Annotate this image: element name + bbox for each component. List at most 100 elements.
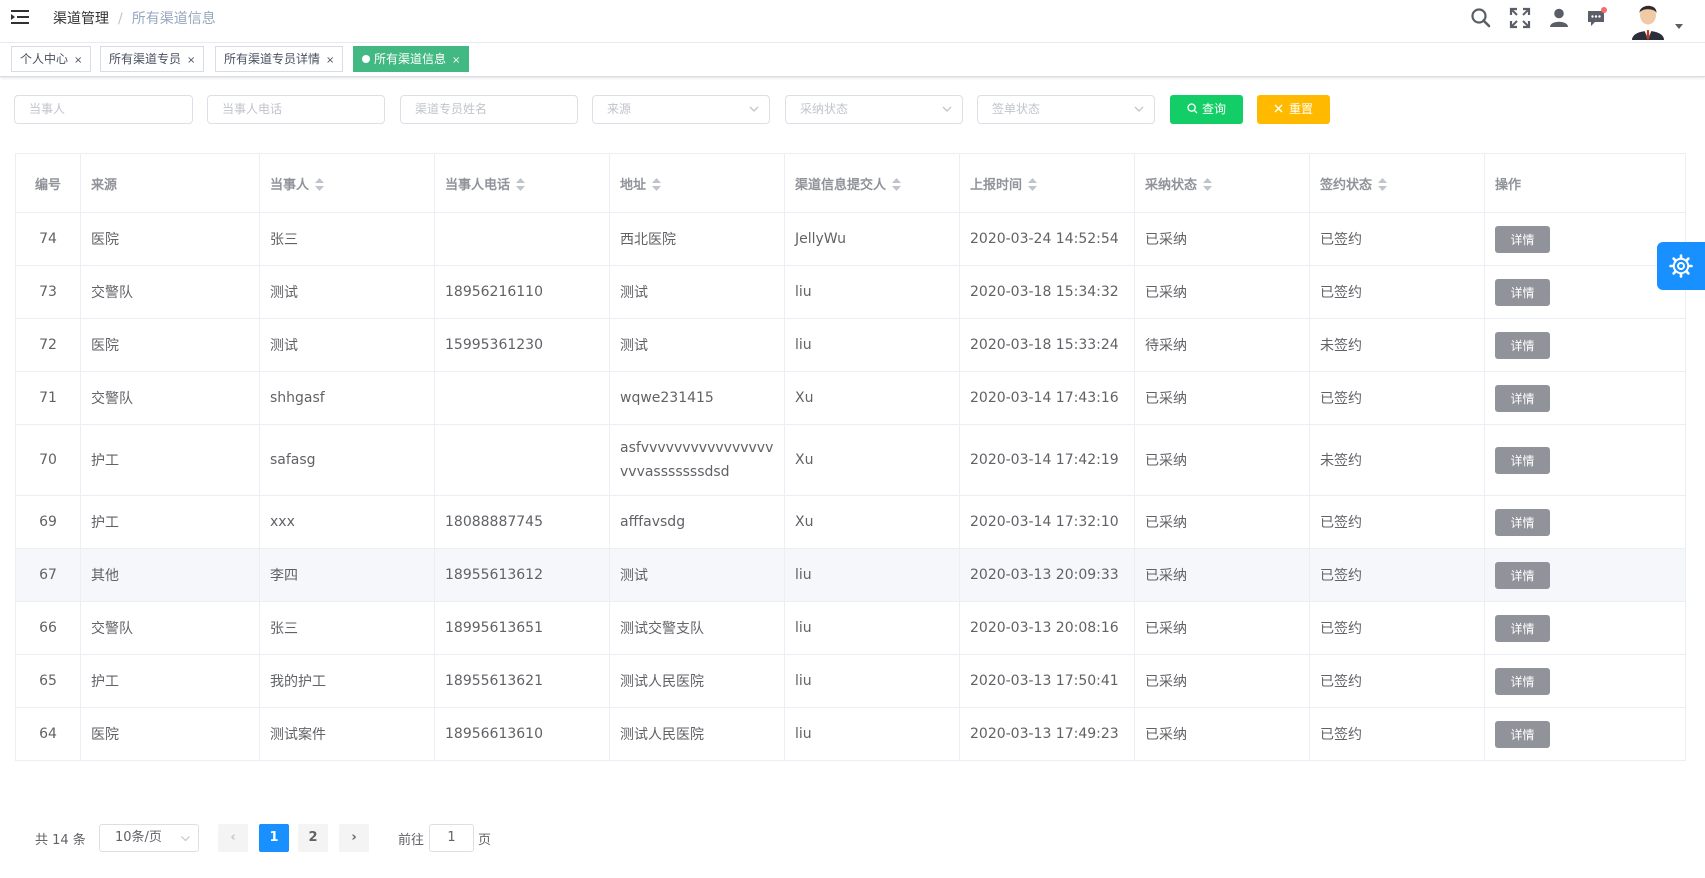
cell-time: 2020-03-14 17:43:16 [959,371,1135,425]
detail-button[interactable]: 详情 [1495,225,1550,253]
cell-sign: 已签约 [1309,707,1485,761]
column-header-adopt-status[interactable]: 采纳状态 [1134,153,1310,213]
active-dot-icon [362,55,370,63]
tag-label: 所有渠道信息 [374,52,447,66]
cell-source: 护工 [80,424,260,496]
settings-button[interactable] [1657,242,1705,290]
column-header-address[interactable]: 地址 [609,153,785,213]
cell-sign: 未签约 [1309,424,1485,496]
cell-sign: 已签约 [1309,212,1485,266]
search-button[interactable]: 查询 [1170,95,1243,124]
table-row: 72 医院 测试 15995361230 测试 liu 2020-03-18 1… [15,318,1686,372]
detail-button[interactable]: 详情 [1495,278,1550,306]
goto-page-input[interactable]: 1 [429,824,474,852]
detail-button[interactable]: 详情 [1495,384,1550,412]
fullscreen-icon[interactable] [1509,7,1531,29]
column-header-id: 编号 [15,153,81,213]
prev-page-button[interactable]: ‹ [218,824,248,852]
cell-submitter: liu [784,265,960,319]
table-header-row: 编号 来源 当事人 当事人电话 地址 渠道信息提交人 上报时间 采纳状态 签约状… [15,153,1686,213]
message-icon[interactable] [1586,7,1608,29]
column-header-submitter[interactable]: 渠道信息提交人 [784,153,960,213]
avatar[interactable] [1628,0,1668,40]
cell-party: 测试 [259,265,435,319]
cell-party: 测试案件 [259,707,435,761]
sign-status-placeholder: 签单状态 [992,102,1041,116]
breadcrumb-item-channel-management[interactable]: 渠道管理 [53,11,109,27]
column-header-report-time[interactable]: 上报时间 [959,153,1135,213]
sign-status-select[interactable]: 签单状态 [977,95,1155,124]
detail-button[interactable]: 详情 [1495,331,1550,359]
table-row: 69 护工 xxx 18088887745 afffavsdg Xu 2020-… [15,495,1686,549]
detail-button[interactable]: 详情 [1495,667,1550,695]
reset-button[interactable]: 重置 [1257,95,1330,124]
cell-party: 我的护工 [259,654,435,708]
cell-address: afffavsdg [609,495,785,549]
cell-phone [434,371,610,425]
tag-personal-center[interactable]: 个人中心 × [11,46,92,72]
page-1-button[interactable]: 1 [259,824,289,852]
chevron-down-icon [181,836,190,841]
tag-all-channel-agents[interactable]: 所有渠道专员 × [100,46,205,72]
detail-button[interactable]: 详情 [1495,720,1550,748]
cell-phone: 18956216110 [434,265,610,319]
cell-id: 70 [15,424,81,496]
next-page-button[interactable]: › [339,824,369,852]
sort-icon[interactable] [1203,177,1213,191]
column-header-source: 来源 [80,153,260,213]
column-header-sign-status[interactable]: 签约状态 [1309,153,1485,213]
cell-party: safasg [259,424,435,496]
cell-address: wqwe231415 [609,371,785,425]
channel-info-table: 编号 来源 当事人 当事人电话 地址 渠道信息提交人 上报时间 采纳状态 签约状… [15,153,1686,761]
table-row: 73 交警队 测试 18956216110 测试 liu 2020-03-18 … [15,265,1686,319]
agent-name-input[interactable]: 渠道专员姓名 [400,95,578,124]
close-icon[interactable]: × [452,55,460,66]
column-header-party[interactable]: 当事人 [259,153,435,213]
sort-icon[interactable] [652,177,662,191]
table-row: 65 护工 我的护工 18955613621 测试人民医院 liu 2020-0… [15,654,1686,708]
detail-button[interactable]: 详情 [1495,561,1550,589]
sort-icon[interactable] [1028,177,1038,191]
close-icon[interactable]: × [74,55,82,66]
user-icon[interactable] [1548,7,1570,29]
cell-id: 73 [15,265,81,319]
cell-address: 测试 [609,318,785,372]
cell-address: 测试人民医院 [609,654,785,708]
source-select[interactable]: 来源 [592,95,770,124]
page-2-button[interactable]: 2 [298,824,328,852]
cell-id: 71 [15,371,81,425]
column-header-actions: 操作 [1484,153,1686,213]
cell-adopt: 已采纳 [1134,601,1310,655]
page-size-select[interactable]: 10条/页 [99,824,199,852]
cell-adopt: 已采纳 [1134,654,1310,708]
cell-time: 2020-03-13 20:08:16 [959,601,1135,655]
cell-id: 67 [15,548,81,602]
tag-all-channel-info[interactable]: 所有渠道信息 × [353,46,470,72]
party-input[interactable]: 当事人 [14,95,193,124]
search-icon[interactable] [1470,7,1492,29]
detail-button[interactable]: 详情 [1495,508,1550,536]
close-icon[interactable]: × [326,55,334,66]
party-phone-input[interactable]: 当事人电话 [207,95,385,124]
detail-button[interactable]: 详情 [1495,446,1550,474]
sort-icon[interactable] [892,177,902,191]
cell-submitter: liu [784,601,960,655]
column-header-party-phone[interactable]: 当事人电话 [434,153,610,213]
detail-button[interactable]: 详情 [1495,614,1550,642]
table-row: 71 交警队 shhgasf wqwe231415 Xu 2020-03-14 … [15,371,1686,425]
sort-icon[interactable] [1378,177,1388,191]
caret-down-icon[interactable] [1675,24,1683,29]
menu-fold-icon[interactable] [11,9,29,25]
sort-icon[interactable] [315,177,325,191]
tag-channel-agent-detail[interactable]: 所有渠道专员详情 × [215,46,344,72]
sort-icon[interactable] [516,177,526,191]
cell-actions: 详情 [1484,548,1686,602]
close-icon[interactable]: × [187,55,195,66]
cell-phone: 18956613610 [434,707,610,761]
cell-adopt: 已采纳 [1134,265,1310,319]
cell-id: 72 [15,318,81,372]
cell-source: 医院 [80,212,260,266]
page-size-value: 10条/页 [115,830,162,845]
cell-adopt: 已采纳 [1134,424,1310,496]
adopt-status-select[interactable]: 采纳状态 [785,95,963,124]
